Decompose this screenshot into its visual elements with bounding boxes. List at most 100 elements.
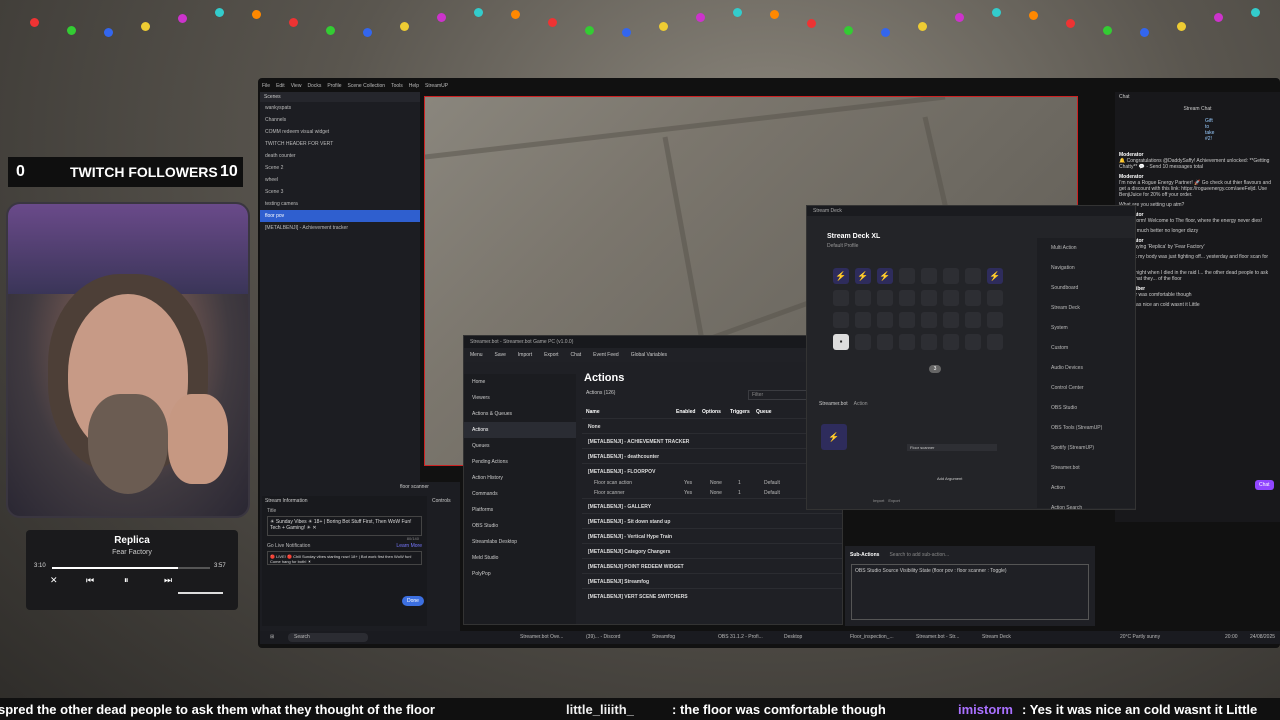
sb-toolbar-button[interactable]: Save [495, 352, 506, 358]
subaction-search[interactable]: Search to add sub-action... [889, 552, 949, 558]
action-row[interactable]: Floor scan action Yes None 1 Default [582, 478, 842, 488]
action-row[interactable]: Floor scanner Yes None 1 Default [582, 488, 842, 498]
action-group[interactable]: [METALBENJI] - ACHIEVEMENT TRACKER [582, 433, 842, 448]
learn-more-link[interactable]: Learn More [396, 543, 422, 549]
obs-menu-item[interactable]: StreamUP [425, 83, 448, 89]
action-group[interactable]: None [582, 418, 842, 433]
scene-item[interactable]: TWITCH HEADER FOR VERT [260, 138, 420, 150]
sd-category[interactable]: Soundboard [1037, 278, 1135, 298]
obs-menu-item[interactable]: Edit [276, 83, 285, 89]
action-group[interactable]: [METALBENJI] VERT SCENE SWITCHERS [582, 588, 842, 603]
taskbar-app[interactable]: Streamfog [652, 634, 712, 640]
column-header[interactable]: Triggers [730, 409, 756, 415]
sd-import[interactable]: Import [873, 498, 884, 503]
obs-menu-item[interactable]: File [262, 83, 270, 89]
sd-key-empty[interactable] [855, 312, 871, 328]
scene-item[interactable]: COMM redeem visual widget [260, 126, 420, 138]
sb-nav-item[interactable]: PolyPop [464, 566, 576, 582]
sd-key-empty[interactable] [921, 268, 937, 284]
sd-category[interactable]: OBS Tools (StreamUP) [1037, 418, 1135, 438]
sd-key-empty[interactable] [877, 290, 893, 306]
sd-key-empty[interactable] [943, 290, 959, 306]
shuffle-icon[interactable]: ✕ [50, 575, 58, 586]
sd-profile[interactable]: Default Profile [827, 243, 858, 249]
gift-banner[interactable]: Gift to take #2! [1115, 116, 1280, 144]
chat-tab[interactable]: Chat [1115, 92, 1280, 102]
scene-item[interactable]: floor pov [260, 210, 420, 222]
sb-nav-item[interactable]: Meld Studio [464, 550, 576, 566]
scene-item[interactable]: wheel [260, 174, 420, 186]
sd-key-empty[interactable] [855, 334, 871, 350]
sd-key-empty[interactable] [987, 334, 1003, 350]
sd-category[interactable]: Action [1037, 478, 1135, 498]
sd-export[interactable]: Export [888, 498, 900, 503]
sd-category[interactable]: Spotify (StreamUP) [1037, 438, 1135, 458]
column-header[interactable]: Enabled [676, 409, 702, 415]
pause-icon[interactable]: ⏸ [124, 575, 129, 586]
next-icon[interactable]: ⏭ [164, 575, 172, 586]
sb-toolbar-button[interactable]: Import [518, 352, 532, 358]
obs-menu-item[interactable]: Help [409, 83, 419, 89]
sb-nav-item[interactable]: Commands [464, 486, 576, 502]
sd-key-back[interactable]: ▪ [833, 334, 849, 350]
sd-category[interactable]: Multi Action [1037, 238, 1135, 258]
sb-nav-item[interactable]: Viewers [464, 390, 576, 406]
sd-key-empty[interactable] [965, 290, 981, 306]
sd-category[interactable]: Stream Deck [1037, 298, 1135, 318]
notif-input[interactable]: 🔴 LIVE! 🔴 Chill Sunday vibes starting no… [267, 551, 422, 565]
sd-key-empty[interactable] [965, 312, 981, 328]
scene-item[interactable]: Channels [260, 114, 420, 126]
sd-key-empty[interactable] [833, 312, 849, 328]
action-group[interactable]: [METALBENJI] - GALLERY [582, 498, 842, 513]
taskbar-app[interactable]: (39)... - Discord [586, 634, 646, 640]
sb-nav-item[interactable]: Home [464, 374, 576, 390]
action-group[interactable]: [METALBENJI] - FLOORPOV [582, 463, 842, 478]
done-button[interactable]: Done [402, 596, 424, 606]
action-group[interactable]: [METALBENJI] Category Changers [582, 543, 842, 558]
taskbar-app[interactable]: Streamer.bot Ove... [520, 634, 580, 640]
sd-key-empty[interactable] [833, 290, 849, 306]
obs-menu-item[interactable]: Scene Collection [348, 83, 386, 89]
sd-key-empty[interactable] [921, 290, 937, 306]
obs-menu-item[interactable]: Docks [307, 83, 321, 89]
sd-category[interactable]: Audio Devices [1037, 358, 1135, 378]
sd-category[interactable]: Navigation [1037, 258, 1135, 278]
scene-item[interactable]: Scene 2 [260, 162, 420, 174]
sd-device[interactable]: Stream Deck XL [827, 233, 880, 240]
sb-nav-item[interactable]: Actions [464, 422, 576, 438]
sd-plugin-tab[interactable]: Action [854, 401, 868, 407]
subaction-item[interactable]: OBS Studio Source Visibility State (floo… [855, 568, 1085, 574]
sd-category[interactable]: System [1037, 318, 1135, 338]
obs-menu-item[interactable]: Profile [327, 83, 341, 89]
sd-key-empty[interactable] [943, 334, 959, 350]
scene-item[interactable]: wankyspats [260, 102, 420, 114]
sb-toolbar-button[interactable]: Export [544, 352, 558, 358]
sd-key-empty[interactable] [921, 312, 937, 328]
sb-toolbar-button[interactable]: Menu [470, 352, 483, 358]
obs-menu-item[interactable]: View [291, 83, 302, 89]
sd-key-empty[interactable] [855, 290, 871, 306]
volume-bar[interactable] [178, 592, 223, 594]
action-group[interactable]: [METALBENJI] - deathcounter [582, 448, 842, 463]
sb-nav-item[interactable]: Actions & Queues [464, 406, 576, 422]
sd-key-empty[interactable] [987, 312, 1003, 328]
sd-key-empty[interactable] [943, 312, 959, 328]
sd-category[interactable]: Streamer.bot [1037, 458, 1135, 478]
taskbar-app[interactable]: Desktop [784, 634, 844, 640]
sb-nav-item[interactable]: Action History [464, 470, 576, 486]
column-header[interactable]: Name [586, 409, 676, 415]
sb-toolbar-button[interactable]: Global Variables [631, 352, 667, 358]
sb-nav-item[interactable]: OBS Studio [464, 518, 576, 534]
obs-menu-item[interactable]: Tools [391, 83, 403, 89]
sd-key-streamerbot[interactable]: ⚡ [855, 268, 871, 284]
sd-key-empty[interactable] [965, 334, 981, 350]
taskbar-app[interactable]: Floor_inspection_... [850, 634, 910, 640]
scene-item[interactable]: Scene 3 [260, 186, 420, 198]
sd-category[interactable]: Control Center [1037, 378, 1135, 398]
windows-icon[interactable]: ⊞ [270, 634, 274, 640]
sb-nav-item[interactable]: Streamlabs Desktop [464, 534, 576, 550]
sb-nav-item[interactable]: Pending Actions [464, 454, 576, 470]
sd-key-empty[interactable] [965, 268, 981, 284]
taskbar-app[interactable]: Streamer.bot - Str... [916, 634, 976, 640]
taskbar-app[interactable]: Stream Deck [982, 634, 1042, 640]
